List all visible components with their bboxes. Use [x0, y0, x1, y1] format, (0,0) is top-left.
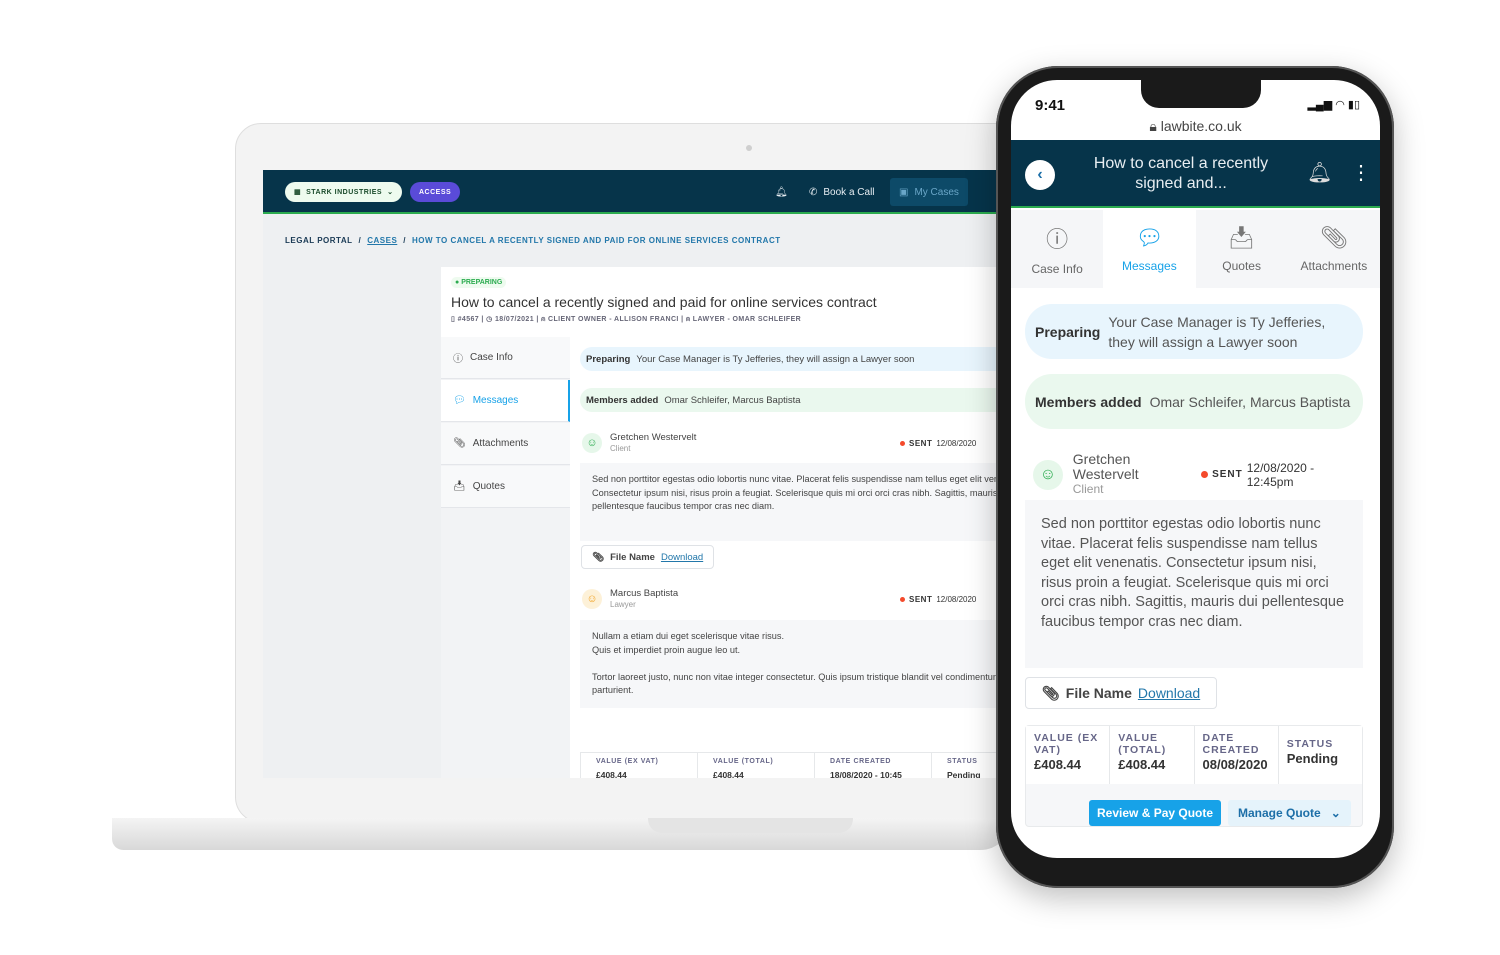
building-icon: ▦ — [294, 189, 302, 196]
breadcrumb-legal-portal[interactable]: LEGAL PORTAL — [285, 236, 352, 245]
breadcrumb-separator: / — [358, 236, 362, 245]
chevron-down-icon: ⌄ — [1330, 806, 1341, 820]
breadcrumb-separator: / — [403, 236, 407, 245]
sender-name: Gretchen Westervelt — [1072, 451, 1139, 482]
info-icon: ⓘ — [453, 354, 463, 365]
message-header: ☺ Marcus Baptista Lawyer SENT 12/08/2020 — [582, 583, 1003, 615]
sent-status: SENT 12/08/2020 — [900, 595, 976, 604]
briefcase-icon: ▣ — [899, 186, 909, 198]
download-link[interactable]: Download — [661, 552, 703, 563]
case-title: How to cancel a recently signed and... — [1093, 155, 1269, 192]
inbox-icon: 📥︎ — [1227, 225, 1256, 250]
book-call-link[interactable]: ✆ Book a Call — [809, 170, 875, 214]
messages-icon: 💬︎ — [1135, 225, 1164, 250]
my-cases-link[interactable]: ▣ My Cases — [890, 178, 968, 206]
back-button[interactable]: ‹ — [1025, 160, 1055, 190]
paperclip-icon: 📎︎ — [453, 438, 466, 449]
message-header: ☺ Gretchen Westervelt Client SENT 12/08/20… — [582, 427, 1003, 459]
tab-attachments[interactable]: 📎︎ Attachments — [1288, 210, 1380, 288]
tab-case-info[interactable]: ⓘ Case Info — [1011, 210, 1103, 288]
sender-name: Gretchen Westervelt — [610, 432, 697, 443]
user-avatar-icon: ☺ — [582, 589, 602, 609]
paperclip-icon: 📎︎ — [1042, 684, 1060, 701]
paperclip-icon: 📎︎ — [1319, 225, 1348, 250]
phone-tabs: ⓘ Case Info 💬︎ Messages 📥︎ Quotes 📎︎ Attachm… — [1011, 210, 1380, 288]
members-banner: Members added Omar Schleifer, Marcus Bapt… — [1025, 374, 1363, 429]
status-badge: ● PREPARING — [451, 277, 507, 288]
signal-wifi-battery-icon: ▂▄▆ ◠ ▮▯ — [1307, 99, 1360, 111]
sender-role: Lawyer — [610, 600, 636, 609]
laptop-notch — [648, 818, 853, 833]
case-title: How to cancel a recently signed and paid… — [451, 294, 877, 310]
review-pay-button[interactable]: Review & Pay Quote — [1089, 800, 1222, 826]
download-link[interactable]: Download — [1138, 685, 1200, 701]
quote-summary: VALUE (EX VAT) £408.44 VALUE (TOTAL) £408.… — [580, 752, 1003, 778]
phone-header: ‹ How to cancel a recently signed and...… — [1011, 140, 1380, 208]
phone-icon: ✆ — [809, 186, 818, 198]
tab-case-info[interactable]: ⓘ Case Info — [441, 337, 570, 379]
message-body: Sed non porttitor egestas odio lobortis … — [1025, 500, 1363, 668]
message-header: ☺ Gretchen Westervelt Client SENT 12/08/20… — [1033, 452, 1363, 497]
book-call-label: Book a Call — [823, 186, 875, 198]
file-attachment: 📎︎ File Name Download — [581, 545, 715, 569]
sender-role: Client — [1072, 482, 1104, 496]
tab-quotes[interactable]: 📥︎ Quotes — [441, 466, 570, 508]
user-avatar-icon: ☺ — [1033, 459, 1063, 490]
sent-status: SENT 12/08/2020 — [900, 439, 976, 448]
bell-icon[interactable]: 🔔︎ — [775, 170, 788, 214]
tab-attachments[interactable]: 📎︎ Attachments — [441, 423, 570, 465]
laptop-base — [112, 818, 1012, 850]
tab-messages[interactable]: 💬︎ Messages — [441, 380, 570, 422]
manage-quote-dropdown[interactable]: Manage Quote ⌄ — [1228, 800, 1351, 826]
bell-icon[interactable]: 🔔︎ — [1307, 160, 1332, 185]
file-attachment: 📎︎ File Name Download — [1025, 677, 1218, 709]
access-badge[interactable]: ACCESS — [410, 182, 461, 202]
laptop-screen: ▦ STARK INDUSTRIES ⌄ ACCESS 🔔︎ ✆ Book a Cal… — [263, 170, 1003, 778]
my-cases-label: My Cases — [914, 186, 959, 198]
info-icon: ⓘ — [1046, 227, 1069, 252]
tab-quotes[interactable]: 📥︎ Quotes — [1196, 210, 1288, 288]
more-menu-icon[interactable]: ⋮ — [1351, 160, 1371, 185]
preparing-banner: Preparing Your Case Manager is Ty Jefferi… — [1025, 304, 1363, 359]
message-body: Nullam a etiam dui eget scelerisque vita… — [580, 620, 1003, 708]
breadcrumb-current: HOW TO CANCEL A RECENTLY SIGNED AND PAID… — [412, 236, 781, 245]
org-name: STARK INDUSTRIES — [306, 188, 383, 196]
side-tabs: ⓘ Case Info 💬︎ Messages 📎︎ Attachments 📥︎ Qu… — [441, 337, 570, 778]
lock-icon: 🔒︎ — [1149, 118, 1157, 134]
quote-summary: VALUE (EX VAT) £408.44 VALUE (TOTAL) £408.… — [1025, 725, 1363, 827]
user-avatar-icon: ☺ — [582, 433, 602, 453]
sender-role: Client — [610, 444, 631, 453]
paperclip-icon: 📎︎ — [592, 551, 605, 563]
messages-icon: 💬︎ — [453, 395, 466, 406]
sent-status: SENT 12/08/2020 - 12:45pm — [1201, 461, 1363, 489]
message-body: Sed non porttitor egestas odio lobortis … — [580, 463, 1003, 541]
case-meta: ▯ #4567 | ◷ 18/07/2021 | ⍝ CLIENT OWNER … — [451, 316, 802, 323]
laptop-camera — [746, 145, 752, 151]
breadcrumb: LEGAL PORTAL / CASES / HOW TO CANCEL A REC… — [285, 236, 781, 245]
breadcrumb-cases[interactable]: CASES — [367, 236, 397, 245]
status-time: 9:41 — [1035, 97, 1066, 114]
tab-messages[interactable]: 💬︎ Messages — [1103, 210, 1196, 288]
phone-screen: 9:41 ▂▄▆ ◠ ▮▯ 🔒︎ lawbite.co.uk ‹ How to … — [1011, 80, 1380, 858]
preparing-banner: Preparing Your Case Manager is Ty Jefferi… — [580, 347, 1003, 371]
inbox-icon: 📥︎ — [453, 481, 466, 492]
case-card: ● PREPARING How to cancel a recently sig… — [441, 267, 1003, 778]
org-selector[interactable]: ▦ STARK INDUSTRIES ⌄ — [285, 182, 403, 202]
url-bar[interactable]: 🔒︎ lawbite.co.uk — [1011, 118, 1380, 135]
phone-notch — [1141, 80, 1261, 108]
sender-name: Marcus Baptista — [610, 588, 679, 599]
members-banner: Members added Omar Schleifer, Marcus Bapt… — [580, 388, 1003, 412]
top-nav: ▦ STARK INDUSTRIES ⌄ ACCESS 🔔︎ ✆ Book a Cal… — [263, 170, 1003, 214]
chevron-down-icon: ⌄ — [387, 189, 394, 196]
